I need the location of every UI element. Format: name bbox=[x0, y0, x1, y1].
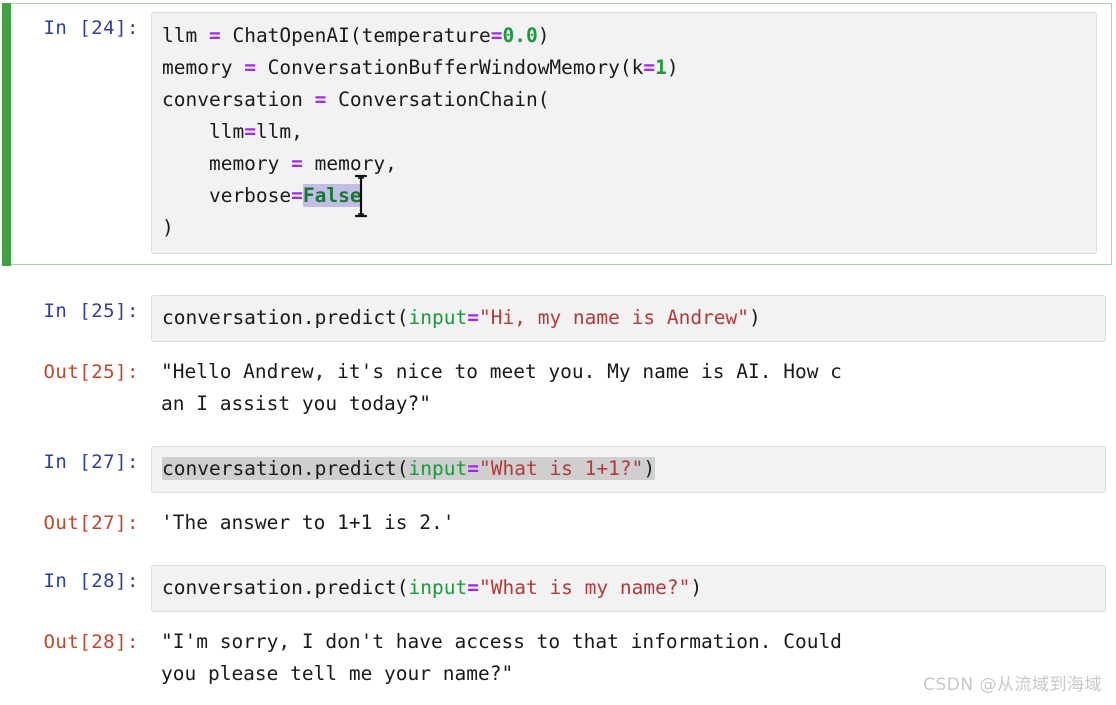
output-line-2: an I assist you today?" bbox=[161, 392, 432, 415]
code-token: memory bbox=[162, 152, 292, 175]
output-text-27: 'The answer to 1+1 is 2.' bbox=[151, 507, 1116, 539]
code-line-2: memory = ConversationBufferWindowMemory(… bbox=[162, 52, 1086, 84]
code-token-string: "What is my name?" bbox=[479, 576, 691, 599]
code-token-kwarg: input bbox=[408, 457, 468, 480]
prompt-out-27: Out[27]: bbox=[43, 512, 139, 534]
code-token: ) bbox=[749, 306, 761, 329]
code-line-1: conversation.predict(input="What is 1+1?… bbox=[162, 453, 1095, 485]
code-token: llm, bbox=[255, 120, 303, 143]
code-token: ) bbox=[666, 56, 679, 79]
code-token: ) bbox=[643, 457, 656, 480]
code-line-5: memory = memory, bbox=[162, 148, 1086, 180]
code-token: memory, bbox=[302, 152, 397, 175]
code-line-6: verbose=False bbox=[162, 174, 1086, 218]
notebook-container: In [24]: llm = ChatOpenAI(temperature=0.… bbox=[0, 0, 1116, 705]
code-token-operator: = bbox=[490, 24, 503, 47]
cell-spacer bbox=[0, 420, 1116, 446]
code-token: verbose bbox=[162, 184, 292, 207]
code-token-string: "Hi, my name is Andrew" bbox=[479, 306, 750, 329]
code-input-28[interactable]: conversation.predict(input="What is my n… bbox=[151, 565, 1106, 612]
code-token: ) bbox=[690, 576, 703, 599]
code-line-3: conversation = ConversationChain( bbox=[162, 84, 1086, 116]
code-token: conversation.predict( bbox=[162, 457, 409, 480]
code-token: ConversationChain( bbox=[326, 88, 550, 111]
code-token-operator: = bbox=[467, 306, 479, 329]
notebook-cell-25[interactable]: In [25]: conversation.predict(input="Hi,… bbox=[0, 295, 1116, 342]
code-line-4: llm=llm, bbox=[162, 116, 1086, 148]
output-text-25: "Hello Andrew, it's nice to meet you. My… bbox=[151, 356, 1116, 420]
code-token-operator: = bbox=[314, 88, 327, 111]
cell-spacer bbox=[0, 612, 1116, 626]
code-token-number: 1 bbox=[655, 56, 667, 79]
code-token-operator: = bbox=[643, 56, 656, 79]
watermark-text: CSDN @从流域到海域 bbox=[923, 675, 1102, 695]
code-token: memory bbox=[162, 56, 245, 79]
prompt-out-25: Out[25]: bbox=[43, 361, 139, 383]
notebook-cell-27[interactable]: In [27]: conversation.predict(input="Wha… bbox=[0, 446, 1116, 493]
code-token-operator: = bbox=[291, 152, 303, 175]
notebook-output-25: Out[25]: "Hello Andrew, it's nice to mee… bbox=[0, 356, 1116, 420]
code-token: ConversationBufferWindowMemory(k bbox=[255, 56, 644, 79]
code-token-string: "What is 1+1?" bbox=[479, 457, 644, 480]
code-token-selected-false[interactable]: False bbox=[302, 184, 362, 207]
code-input-27[interactable]: conversation.predict(input="What is 1+1?… bbox=[151, 446, 1106, 493]
code-token-number: 0.0 bbox=[502, 24, 538, 47]
code-input-25[interactable]: conversation.predict(input="Hi, my name … bbox=[151, 295, 1106, 342]
output-line-1: 'The answer to 1+1 is 2.' bbox=[161, 511, 455, 534]
code-token: conversation bbox=[162, 88, 315, 111]
code-token-operator: = bbox=[467, 576, 479, 599]
notebook-cell-28[interactable]: In [28]: conversation.predict(input="Wha… bbox=[0, 565, 1116, 612]
prompt-in-27[interactable]: In [27]: bbox=[11, 446, 151, 478]
code-token: llm bbox=[162, 120, 245, 143]
cell-spacer bbox=[0, 265, 1116, 295]
code-line-1: conversation.predict(input="What is my n… bbox=[162, 572, 1095, 604]
code-line-1: conversation.predict(input="Hi, my name … bbox=[162, 302, 1095, 334]
output-line-1: "Hello Andrew, it's nice to meet you. My… bbox=[161, 360, 842, 383]
cell-spacer bbox=[0, 342, 1116, 356]
prompt-out-28: Out[28]: bbox=[43, 631, 139, 653]
selected-code-range[interactable]: conversation.predict(input="What is 1+1?… bbox=[162, 457, 656, 480]
code-line-1: llm = ChatOpenAI(temperature=0.0) bbox=[162, 20, 1086, 52]
code-token-kwarg: input bbox=[408, 306, 468, 329]
prompt-in-25[interactable]: In [25]: bbox=[11, 295, 151, 327]
code-input-24[interactable]: llm = ChatOpenAI(temperature=0.0) memory… bbox=[151, 12, 1097, 254]
code-token: conversation.predict( bbox=[162, 576, 409, 599]
code-token: llm bbox=[162, 24, 209, 47]
code-token-operator: = bbox=[244, 56, 256, 79]
code-token-operator: = bbox=[291, 184, 303, 207]
cell-spacer bbox=[0, 539, 1116, 565]
code-token-operator: = bbox=[467, 457, 479, 480]
code-token-operator: = bbox=[244, 120, 256, 143]
code-token: ) bbox=[537, 24, 550, 47]
code-token: ChatOpenAI(temperature bbox=[220, 24, 491, 47]
code-token-kwarg: input bbox=[408, 576, 468, 599]
cell-spacer bbox=[0, 493, 1116, 507]
notebook-output-27: Out[27]: 'The answer to 1+1 is 2.' bbox=[0, 507, 1116, 539]
code-token-operator: = bbox=[208, 24, 221, 47]
code-token: conversation.predict( bbox=[162, 306, 409, 329]
output-line-1: "I'm sorry, I don't have access to that … bbox=[161, 630, 842, 653]
notebook-cell-24[interactable]: In [24]: llm = ChatOpenAI(temperature=0.… bbox=[2, 2, 1112, 266]
code-line-7: ) bbox=[162, 212, 1086, 244]
prompt-in-24[interactable]: In [24]: bbox=[11, 12, 151, 44]
prompt-in-28[interactable]: In [28]: bbox=[11, 565, 151, 597]
code-token: ) bbox=[162, 216, 174, 239]
